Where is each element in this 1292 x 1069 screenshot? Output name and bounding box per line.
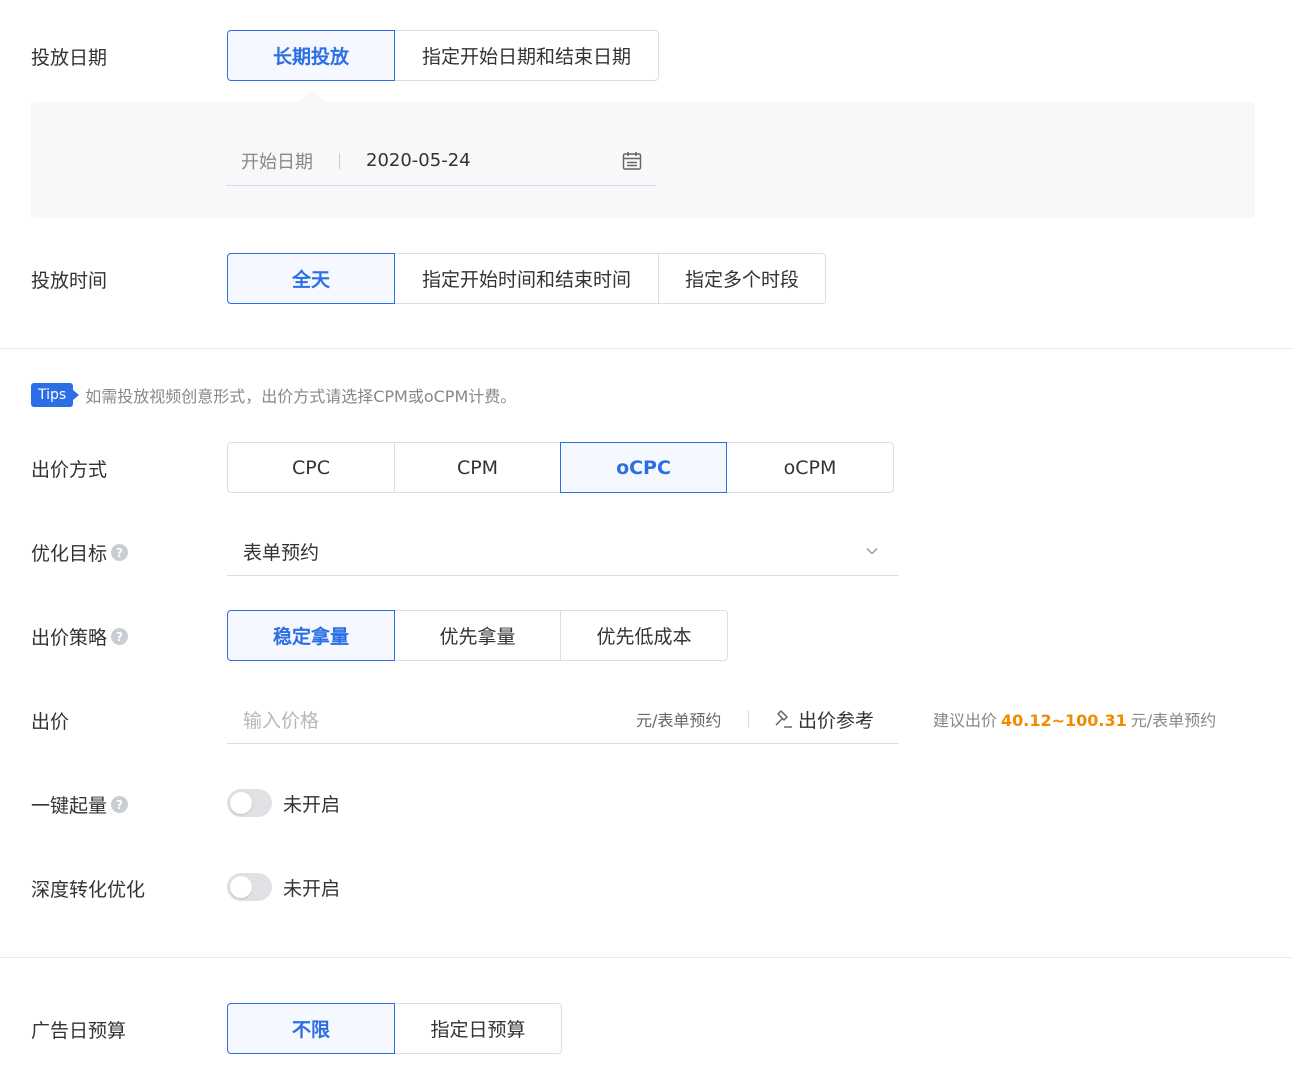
time-option-time-range[interactable]: 指定开始时间和结束时间 [394,253,659,304]
bid-suggestion: 建议出价40.12~100.31元/表单预约 [933,707,1216,731]
schedule-option-date-range[interactable]: 指定开始日期和结束日期 [394,30,659,81]
schedule-segmented-control: 长期投放 指定开始日期和结束日期 [227,30,659,81]
bid-strategy-option-low-cost[interactable]: 优先低成本 [560,610,728,661]
chevron-down-icon [865,544,879,558]
bid-suggestion-unit: 元/表单预约 [1131,711,1216,730]
toggle-knob [230,876,252,898]
bid-input[interactable]: 输入价格 元/表单预约 出价参考 [227,695,899,744]
bid-method-option-ocpm[interactable]: oCPM [726,442,894,493]
one-click-label-row: 一键起量 ? [31,791,128,818]
start-date-value[interactable]: 2020-05-24 [366,150,471,171]
daily-budget-option-specified[interactable]: 指定日预算 [394,1003,562,1054]
bid-strategy-label: 出价策略 [31,623,107,650]
bid-strategy-option-volume[interactable]: 优先拿量 [394,610,561,661]
help-icon[interactable]: ? [111,796,128,813]
bid-reference-button[interactable]: 出价参考 [772,706,874,733]
optimization-goal-value: 表单预约 [243,538,319,565]
daily-budget-label: 广告日预算 [31,1016,126,1043]
start-date-separator [339,153,340,169]
tips-badge: Tips [31,383,73,407]
time-option-multiple-periods[interactable]: 指定多个时段 [658,253,826,304]
optimization-goal-label-row: 优化目标 ? [31,539,128,566]
gavel-icon [772,708,794,730]
bid-method-option-cpc[interactable]: CPC [227,442,395,493]
calendar-icon[interactable] [621,150,643,172]
help-icon[interactable]: ? [111,628,128,645]
bid-method-option-ocpc[interactable]: oCPC [560,442,727,493]
optimization-goal-select[interactable]: 表单预约 [227,528,899,576]
daily-budget-option-unlimited[interactable]: 不限 [227,1003,395,1054]
time-segmented-control: 全天 指定开始时间和结束时间 指定多个时段 [227,253,826,304]
bid-method-segmented-control: CPC CPM oCPC oCPM [227,442,894,493]
bid-input-placeholder[interactable]: 输入价格 [243,706,319,733]
bid-reference-label: 出价参考 [798,706,874,733]
deep-conversion-status: 未开启 [283,874,340,901]
deep-conversion-toggle[interactable] [227,873,272,901]
help-icon[interactable]: ? [111,544,128,561]
bid-unit: 元/表单预约 [636,707,721,731]
optimization-goal-label: 优化目标 [31,539,107,566]
toggle-knob [230,792,252,814]
one-click-toggle[interactable] [227,789,272,817]
panel-pointer [300,90,324,102]
daily-budget-segmented-control: 不限 指定日预算 [227,1003,562,1054]
deep-conversion-toggle-row: 未开启 [227,873,340,901]
schedule-label: 投放日期 [31,43,107,70]
time-label: 投放时间 [31,266,107,293]
schedule-option-long-term[interactable]: 长期投放 [227,30,395,81]
time-option-all-day[interactable]: 全天 [227,253,395,304]
bid-label: 出价 [31,707,69,734]
deep-conversion-label: 深度转化优化 [31,875,145,902]
bid-method-option-cpm[interactable]: CPM [394,442,561,493]
bid-strategy-segmented-control: 稳定拿量 优先拿量 优先低成本 [227,610,728,661]
bid-suggestion-range: 40.12~100.31 [1001,711,1127,730]
tips-text: 如需投放视频创意形式，出价方式请选择CPM或oCPM计费。 [85,383,516,407]
start-date-label: 开始日期 [241,148,313,174]
bid-separator [748,710,749,728]
tips-banner: Tips 如需投放视频创意形式，出价方式请选择CPM或oCPM计费。 [31,383,516,407]
section-divider [0,957,1292,958]
section-divider [0,348,1292,349]
one-click-toggle-row: 未开启 [227,789,340,817]
bid-method-label: 出价方式 [31,455,107,482]
one-click-label: 一键起量 [31,791,107,818]
bid-strategy-label-row: 出价策略 ? [31,623,128,650]
bid-suggestion-prefix: 建议出价 [933,711,997,730]
bid-strategy-option-stable[interactable]: 稳定拿量 [227,610,395,661]
start-date-field[interactable]: 开始日期 2020-05-24 [226,136,657,186]
one-click-status: 未开启 [283,790,340,817]
